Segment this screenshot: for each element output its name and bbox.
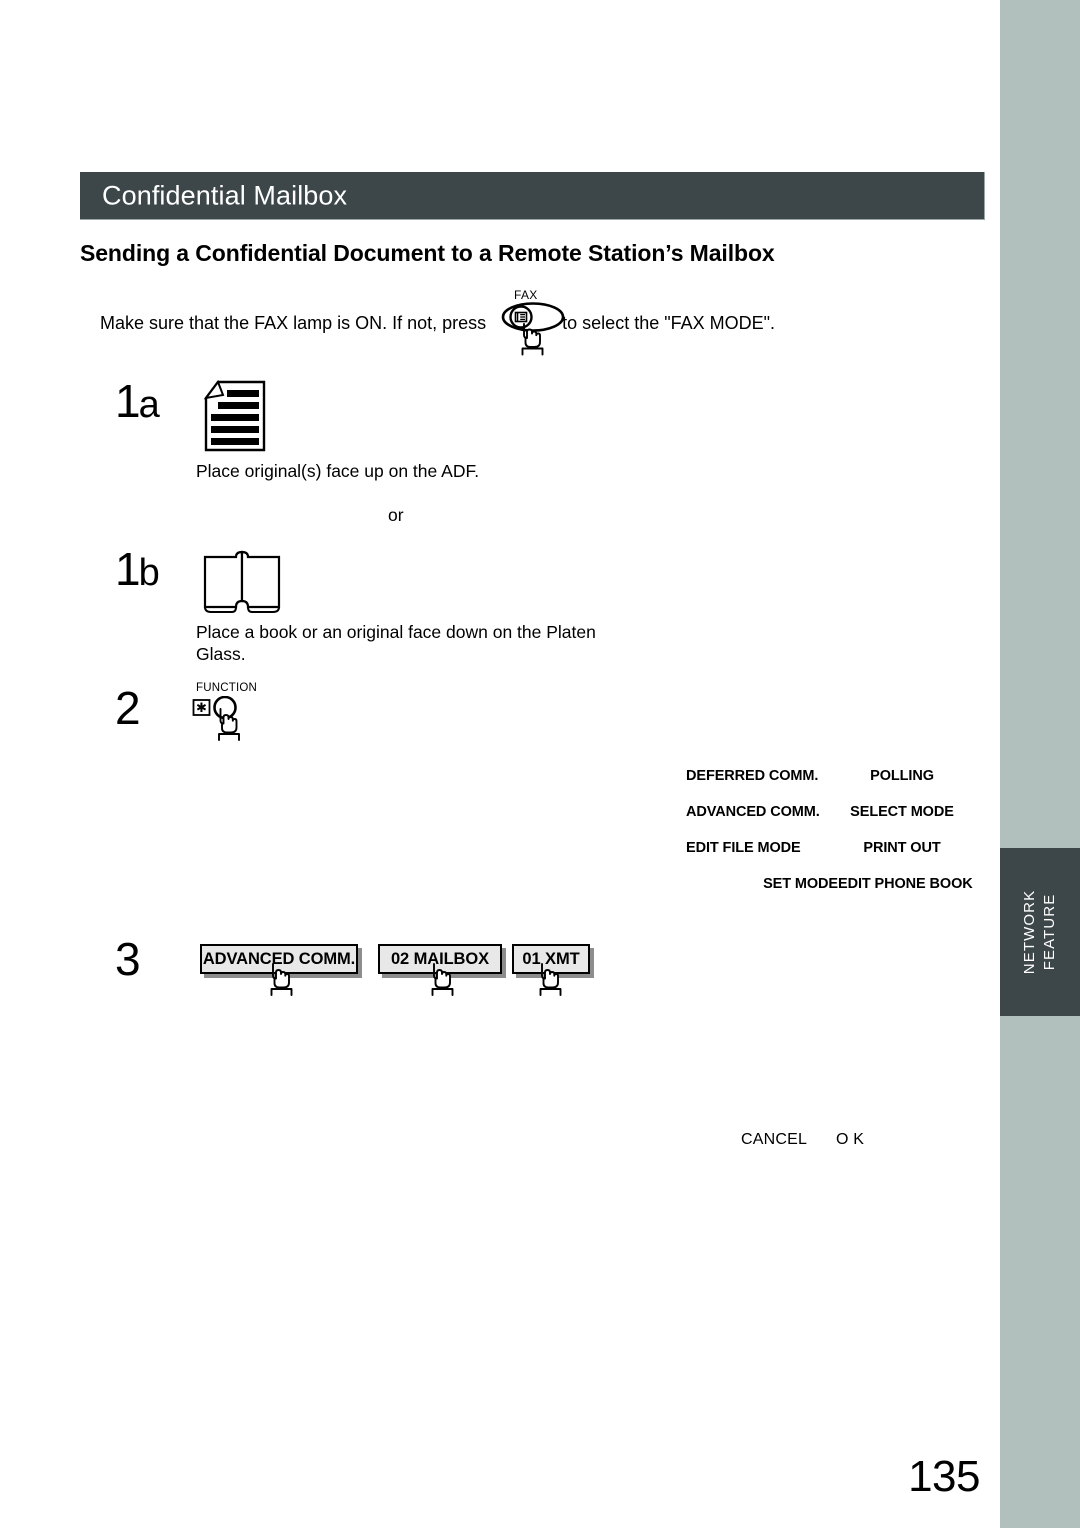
step-1a-caption: Place original(s) face up on the ADF. [196,461,480,481]
lcd-menu-grid: DEFERRED COMM. POLLING ADVANCED COMM. SE… [686,758,973,902]
function-key-label: FUNCTION [196,682,258,694]
pointing-hand-icon [539,963,562,996]
intro-text-before: Make sure that the FAX lamp is ON. If no… [100,312,487,333]
menu-item-print-out[interactable]: PRINT OUT [838,840,966,856]
intro-text-after: to select the "FAX MODE". [562,312,776,333]
menu-item-edit-file-mode[interactable]: EDIT FILE MODE [686,840,838,856]
menu-row: DEFERRED COMM. POLLING [686,758,966,794]
chapter-side-tab: NETWORK FEATURE [1000,848,1080,1016]
menu-row: EDIT FILE MODE PRINT OUT [686,830,966,866]
fax-key-illustration[interactable]: FAX [500,288,574,356]
fax-key-label: FAX [514,288,538,302]
step-number-3: 3 [115,933,141,985]
softkey-cancel[interactable]: CANCEL [741,1131,807,1149]
open-book-icon [200,543,284,624]
function-key-illustration[interactable]: FUNCTION ✱ [192,682,286,752]
menu-item-set-mode[interactable]: SET MODE [686,876,838,892]
menu-item-advanced-comm[interactable]: ADVANCED COMM. [686,804,838,820]
menu-item-deferred-comm[interactable]: DEFERRED COMM. [686,768,838,784]
step-number-2: 2 [115,682,141,734]
section-heading: Sending a Confidential Document to a Rem… [80,240,775,266]
side-tab-text: NETWORK FEATURE [1020,890,1061,974]
step-1b-caption: Place a book or an original face down on… [196,622,596,664]
chapter-title: Confidential Mailbox [102,180,348,210]
side-tab-line-1: NETWORK [1020,889,1038,975]
menu-item-select-mode[interactable]: SELECT MODE [838,804,966,820]
chapter-header-band: Confidential Mailbox [80,172,985,220]
page-edge-strip [1000,0,1080,1528]
side-tab-line-2: FEATURE [1041,893,1058,971]
menu-row: SET MODE EDIT PHONE BOOK [686,866,973,902]
softkey-ok[interactable]: O K [836,1131,864,1149]
function-key-icon: ✱ [192,696,240,741]
pointing-hand-icon [270,963,293,996]
svg-text:✱: ✱ [196,701,207,716]
page-number: 135 [908,1452,980,1501]
or-divider: or [388,505,404,525]
step-number-1a: 1a [115,375,160,427]
fax-key-icon [501,302,565,356]
menu-item-polling[interactable]: POLLING [838,768,966,784]
menu-item-edit-phone-book[interactable]: EDIT PHONE BOOK [838,876,973,892]
manual-page: Confidential Mailbox Sending a Confident… [0,0,1080,1528]
menu-row: ADVANCED COMM. SELECT MODE [686,794,966,830]
document-page-icon [196,378,276,465]
intro-instruction: Make sure that the FAX lamp is ON. If no… [100,312,775,334]
pointing-hand-icon [431,963,454,996]
step-number-1b: 1b [115,543,160,595]
